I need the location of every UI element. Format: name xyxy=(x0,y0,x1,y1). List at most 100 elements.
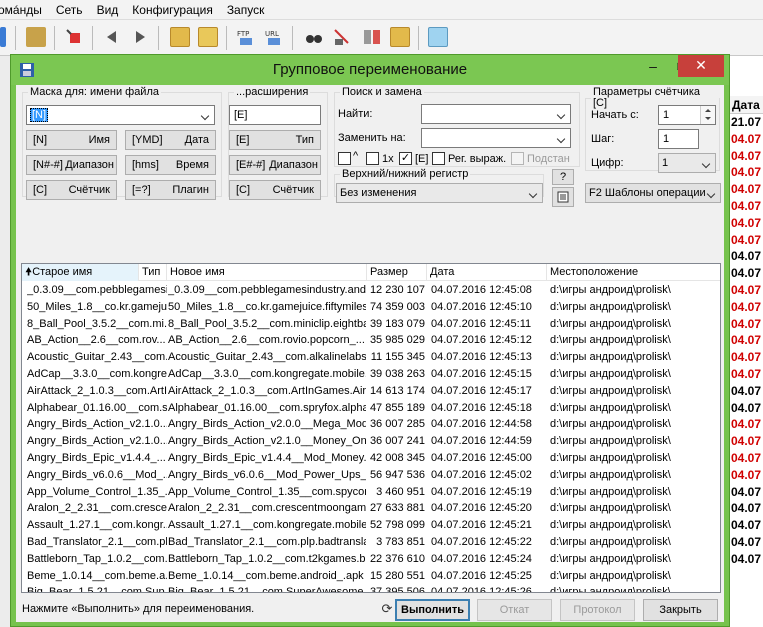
table-row[interactable]: Big_Bear_1.5.21__com.Sup... Big_Bear_1.5.… xyxy=(22,584,720,592)
ext-counter-key: [C] xyxy=(236,184,251,196)
cell-new-name: Angry_Birds_Action_v2.1.0__Money_Onl... xyxy=(168,435,366,448)
ext-range-button[interactable]: [E#-#] Диапазон xyxy=(229,155,321,175)
replace-combo[interactable] xyxy=(421,128,571,148)
mask-name-label: Имя xyxy=(88,134,110,146)
close-button[interactable]: Закрыть xyxy=(643,599,718,621)
minimize-button[interactable]: – xyxy=(638,55,668,77)
table-row[interactable]: Aralon_2_2.31__com.cresce... Aralon_2_2.3… xyxy=(22,500,720,517)
undo-button[interactable]: Откат xyxy=(477,599,552,621)
dialog-titlebar[interactable]: Групповое переименование – □ ✕ xyxy=(11,55,729,85)
mask-date-button[interactable]: [YMD] Дата xyxy=(125,130,216,150)
help-button[interactable]: ? xyxy=(552,169,574,185)
extension-mask-field[interactable]: [E] xyxy=(229,105,321,125)
toolbar-edge-icon[interactable] xyxy=(0,27,6,47)
col-old-name[interactable]: 🠝Старое имя xyxy=(22,264,139,281)
multi-rename-dialog: Групповое переименование – □ ✕ Маска для… xyxy=(10,54,730,627)
table-row[interactable]: Beme_1.0.14__com.beme.a... Beme_1.0.14__c… xyxy=(22,568,720,585)
tree-icon[interactable] xyxy=(26,27,46,47)
mask-combo[interactable]: [N] xyxy=(26,105,215,125)
table-row[interactable]: AdCap__3.3.0__com.kongre... AdCap__3.3.0_… xyxy=(22,366,720,383)
col-date[interactable]: Дата xyxy=(427,264,547,281)
table-row[interactable]: 50_Miles_1.8__co.kr.gameju... 50_Miles_1.… xyxy=(22,299,720,316)
ext-type-button[interactable]: [E] Тип xyxy=(229,130,321,150)
url-icon[interactable]: URL xyxy=(264,27,284,47)
table-row[interactable]: Angry_Birds_Action_v2.1.0... Angry_Birds_… xyxy=(22,433,720,450)
col-location[interactable]: Местоположение xyxy=(547,264,720,281)
folder-tools-icon[interactable] xyxy=(390,27,410,47)
substitute-checkbox[interactable] xyxy=(511,152,524,165)
col-size[interactable]: Размер xyxy=(367,264,427,281)
dialog-title: Групповое переименование xyxy=(272,61,468,78)
background-date-cell: 04.07 xyxy=(731,232,762,247)
table-row[interactable]: AB_Action__2.6__com.rov... AB_Action__2.6… xyxy=(22,332,720,349)
mask-counter-button[interactable]: [C] Счётчик xyxy=(26,180,117,200)
ftp-icon[interactable]: FTP xyxy=(236,27,256,47)
forward-arrow-icon[interactable] xyxy=(130,27,150,47)
extension-legend: ...расширения xyxy=(236,86,309,98)
log-button[interactable]: Протокол xyxy=(560,599,635,621)
refresh-icon[interactable]: ⟳ xyxy=(377,599,397,619)
find-combo[interactable] xyxy=(421,104,571,124)
background-date-cell: 04.07 xyxy=(731,484,762,499)
col-type[interactable]: Тип xyxy=(139,264,167,281)
ext-counter-button[interactable]: [C] Счётчик xyxy=(229,180,321,200)
table-row[interactable]: Angry_Birds_Epic_v1.4.4_... Angry_Birds_E… xyxy=(22,450,720,467)
table-row[interactable]: Alphabear_01.16.00__com.s... Alphabear_01… xyxy=(22,400,720,417)
background-toolbar: FTP URL xyxy=(0,20,763,56)
table-row[interactable]: Acoustic_Guitar_2.43__com... Acoustic_Gui… xyxy=(22,349,720,366)
mask-time-label: Время xyxy=(175,159,209,171)
table-row[interactable]: AirAttack_2_1.0.3__com.ArtI... AirAttack_… xyxy=(22,383,720,400)
cell-location: d:\игры андроид\prolisk\ xyxy=(550,384,671,397)
table-row[interactable]: Assault_1.27.1__com.kongr... Assault_1.27… xyxy=(22,517,720,534)
background-date-cell: 04.07 xyxy=(731,501,762,516)
mask-plugin-button[interactable]: [=?] Плагин xyxy=(125,180,216,200)
menu-commands[interactable]: омáнды xyxy=(0,0,49,20)
cell-new-name: Aralon_2_2.31__com.crescentmoongam... xyxy=(168,502,366,515)
table-row[interactable]: _0.3.09__com.pebblegamesi... _0.3.09__com… xyxy=(22,282,720,299)
case-sensitive-checkbox[interactable] xyxy=(338,152,351,165)
archive-pack-icon[interactable] xyxy=(170,27,190,47)
mask-time-key: [hms] xyxy=(132,159,159,171)
spin-arrows-icon[interactable] xyxy=(700,106,715,124)
cell-date: 04.07.2016 12:45:00 xyxy=(431,451,532,464)
binoculars-icon[interactable] xyxy=(304,27,324,47)
sync-dirs-icon[interactable] xyxy=(362,27,382,47)
menu-view[interactable]: Вид xyxy=(90,0,126,20)
background-date-cell: 04.07 xyxy=(731,467,762,482)
back-arrow-icon[interactable] xyxy=(102,27,122,47)
execute-button[interactable]: Выполнить xyxy=(395,599,470,621)
notepad-icon[interactable] xyxy=(428,27,448,47)
table-row[interactable]: Battleborn_Tap_1.0.2__com... Battleborn_T… xyxy=(22,551,720,568)
table-row[interactable]: Bad_Translator_2.1__com.pl... Bad_Transla… xyxy=(22,534,720,551)
table-row[interactable]: Angry_Birds_Action_v2.1.0... Angry_Birds_… xyxy=(22,416,720,433)
menu-net[interactable]: Сеть xyxy=(49,0,90,20)
background-date-header[interactable]: Дата xyxy=(727,96,763,114)
table-row[interactable]: Angry_Birds_v6.0.6__Mod_... Angry_Birds_v… xyxy=(22,467,720,484)
mask-time-button[interactable]: [hms] Время xyxy=(125,155,216,175)
regex-checkbox[interactable] xyxy=(432,152,445,165)
case-sensitive-label: ^ xyxy=(353,150,359,162)
menu-launch[interactable]: Запуск xyxy=(220,0,272,20)
mask-range-button[interactable]: [N#-#] Диапазон xyxy=(26,155,117,175)
sparkle-select-icon[interactable] xyxy=(64,27,84,47)
counter-start-stepper[interactable]: 1 xyxy=(658,105,716,125)
multi-rename-icon[interactable] xyxy=(332,27,352,47)
cell-location: d:\игры андроид\prolisk\ xyxy=(550,284,671,296)
templates-dropdown-button[interactable]: F2 Шаблоны операции xyxy=(585,183,721,203)
archive-unpack-icon[interactable] xyxy=(198,27,218,47)
replace-label: Заменить на: xyxy=(338,132,406,144)
table-row[interactable]: 8_Ball_Pool_3.5.2__com.mi... 8_Ball_Pool_… xyxy=(22,316,720,333)
menu-configuration[interactable]: Конфигурация xyxy=(125,0,220,20)
edit-template-button[interactable] xyxy=(552,187,574,207)
close-window-button[interactable]: ✕ xyxy=(678,55,724,77)
case-combo[interactable]: Без изменения xyxy=(336,183,543,203)
table-row[interactable]: App_Volume_Control_1.35_... App_Volume_Co… xyxy=(22,484,720,501)
cell-size: 74 359 003 xyxy=(369,300,425,313)
first-only-checkbox[interactable] xyxy=(366,152,379,165)
counter-step-field[interactable]: 1 xyxy=(658,129,699,149)
col-new-name[interactable]: Новое имя xyxy=(167,264,367,281)
cell-size: 14 613 174 xyxy=(369,384,425,397)
include-extension-checkbox[interactable]: ✓ xyxy=(399,152,412,165)
mask-name-button[interactable]: [N] Имя xyxy=(26,130,117,150)
counter-digits-combo[interactable]: 1 xyxy=(658,153,716,173)
